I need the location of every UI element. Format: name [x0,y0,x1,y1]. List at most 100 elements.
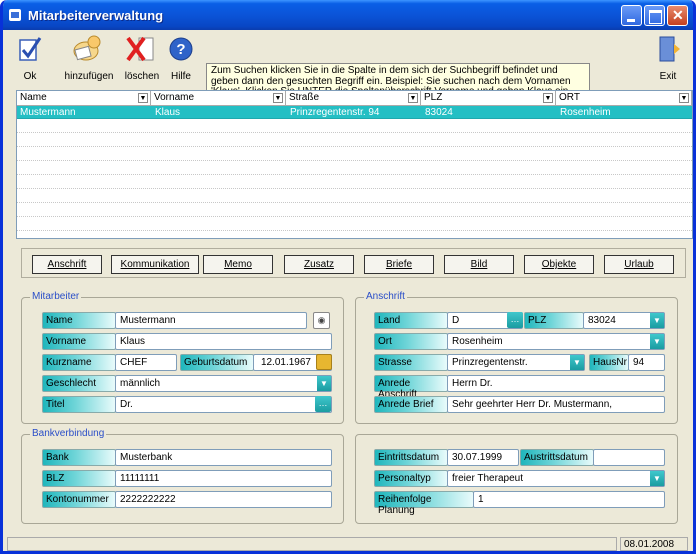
employee-grid[interactable]: Name ▼ Vorname ▼ Straße ▼ PLZ ▼ ORT ▼ Musterm… [16,90,693,239]
exit-button[interactable]: Exit [648,32,688,84]
hausnr-label: HausNr [589,354,629,371]
personaltyp-select[interactable]: freier Therapeut [447,470,665,487]
delete-icon [126,36,154,62]
exit-door-icon [659,36,680,62]
blz-field[interactable]: 11111111 [115,470,332,487]
chevron-down-icon[interactable]: ▼ [650,471,664,486]
strasse-field[interactable]: Prinzregentenstr. [447,354,585,371]
status-text [7,537,617,551]
geschlecht-label: Geschlecht [42,375,116,392]
tab-memo[interactable]: Memo [203,255,273,274]
reihenfolge-field[interactable]: 1 [473,491,665,508]
window-title: Mitarbeiterverwaltung [28,8,164,23]
tab-zusatz[interactable]: Zusatz [284,255,354,274]
anrede-anschrift-field[interactable]: Herrn Dr. [447,375,665,392]
chevron-down-icon[interactable]: ▼ [317,376,331,391]
column-header-ort[interactable]: ORT ▼ [556,91,692,106]
chevron-down-icon[interactable]: ▼ [650,334,664,349]
svg-text:?: ? [176,41,185,58]
strasse-label: Strasse [374,354,448,371]
delete-label: löschen [124,71,160,82]
bankverbindung-group: Bankverbindung Bank Musterbank BLZ 11111… [21,428,344,524]
detail-tabs: Anschrift Kommunikation Memo Zusatz Brie… [21,248,686,278]
bank-label: Bank [42,449,116,466]
empty-row [17,218,692,231]
tab-objekte[interactable]: Objekte [524,255,594,274]
geschlecht-select[interactable]: männlich [115,375,332,392]
chevron-down-icon[interactable]: ▼ [650,313,664,328]
cell-vorname: Klaus [155,107,181,118]
mitarbeiter-group-label: Mitarbeiter [30,291,82,302]
filter-dropdown-icon[interactable]: ▼ [679,93,689,103]
filter-dropdown-icon[interactable]: ▼ [273,93,283,103]
vorname-field[interactable]: Klaus [115,333,332,350]
geburtsdatum-label: Geburtsdatum [180,354,254,371]
cell-strasse: Prinzregentenstr. 94 [290,107,380,118]
anschrift-group-label: Anschrift [364,291,407,302]
name-field[interactable]: Mustermann [115,312,307,329]
help-icon: ? [169,37,193,61]
land-label: Land [374,312,448,329]
more-icon[interactable]: … [315,396,331,412]
delete-button[interactable]: löschen [120,32,164,84]
austrittsdatum-label: Austrittsdatum [520,449,594,466]
ok-button[interactable]: Ok [17,32,43,84]
column-header-plz[interactable]: PLZ ▼ [421,91,556,106]
kurzname-label: Kurzname [42,354,116,371]
filter-dropdown-icon[interactable]: ▼ [408,93,418,103]
title-bar[interactable]: Mitarbeiterverwaltung [3,0,693,30]
empty-row [17,204,692,217]
more-icon[interactable]: … [507,312,523,328]
column-header-vorname[interactable]: Vorname ▼ [151,91,286,106]
chevron-down-icon[interactable]: ▼ [570,355,584,370]
bank-field[interactable]: Musterbank [115,449,332,466]
main-window: Mitarbeiterverwaltung Ok hinzufügen lösc… [0,0,696,554]
column-header-name[interactable]: Name ▼ [17,91,151,106]
blz-label: BLZ [42,470,116,487]
anrede-brief-field[interactable]: Sehr geehrter Herr Dr. Mustermann, [447,396,665,413]
hausnr-field[interactable]: 94 [628,354,665,371]
empty-row [17,134,692,147]
empty-row [17,120,692,133]
name-label: Name [42,312,116,329]
table-row[interactable]: Mustermann Klaus Prinzregentenstr. 94 83… [17,106,692,119]
close-button[interactable] [667,5,688,26]
vertrag-group: Eintrittsdatum 30.07.1999 Austrittsdatum… [355,434,678,524]
ort-select[interactable]: Rosenheim [447,333,665,350]
column-header-strasse[interactable]: Straße ▼ [286,91,421,106]
add-button[interactable]: hinzufügen [61,32,117,84]
reihenfolge-label: Reihenfolge Planung [374,491,474,516]
filter-dropdown-icon[interactable]: ▼ [138,93,148,103]
empty-row [17,148,692,161]
kontonummer-field[interactable]: 2222222222 [115,491,332,508]
add-label: hinzufügen [64,71,114,82]
status-date: 08.01.2008 [620,537,688,551]
mitarbeiter-group: Mitarbeiter Name Mustermann ◉ Vorname Kl… [21,291,344,424]
austrittsdatum-field[interactable] [593,449,665,466]
cell-ort: Rosenheim [560,107,611,118]
help-button[interactable]: ? Hilfe [163,32,199,84]
toolbar: Ok hinzufügen löschen ? Hilfe Zum Suchen… [3,30,693,105]
tab-bild[interactable]: Bild [444,255,514,274]
anrede-anschrift-label: Anrede Anschrift [374,375,448,400]
tab-anschrift[interactable]: Anschrift [32,255,102,274]
status-bar: 08.01.2008 [3,534,693,551]
lock-icon[interactable]: ◉ [313,312,330,329]
personaltyp-label: Personaltyp [374,470,448,487]
eintrittsdatum-field[interactable]: 30.07.1999 [447,449,519,466]
filter-dropdown-icon[interactable]: ▼ [543,93,553,103]
eintrittsdatum-label: Eintrittsdatum [374,449,448,466]
kurzname-field[interactable]: CHEF [115,354,177,371]
anschrift-group: Anschrift Land D … PLZ 83024 ▼ Ort Rosen… [355,291,678,424]
titel-field[interactable]: Dr. [115,396,332,413]
calendar-icon[interactable] [316,354,332,370]
tab-kommunikation[interactable]: Kommunikation [111,255,199,274]
anrede-brief-label: Anrede Brief [374,396,448,413]
exit-label: Exit [659,71,677,82]
minimize-button[interactable] [621,5,642,26]
tab-briefe[interactable]: Briefe [364,255,434,274]
cell-name: Mustermann [20,107,76,118]
tab-urlaub[interactable]: Urlaub [604,255,674,274]
bankverbindung-group-label: Bankverbindung [30,428,107,439]
maximize-button[interactable] [644,5,665,26]
